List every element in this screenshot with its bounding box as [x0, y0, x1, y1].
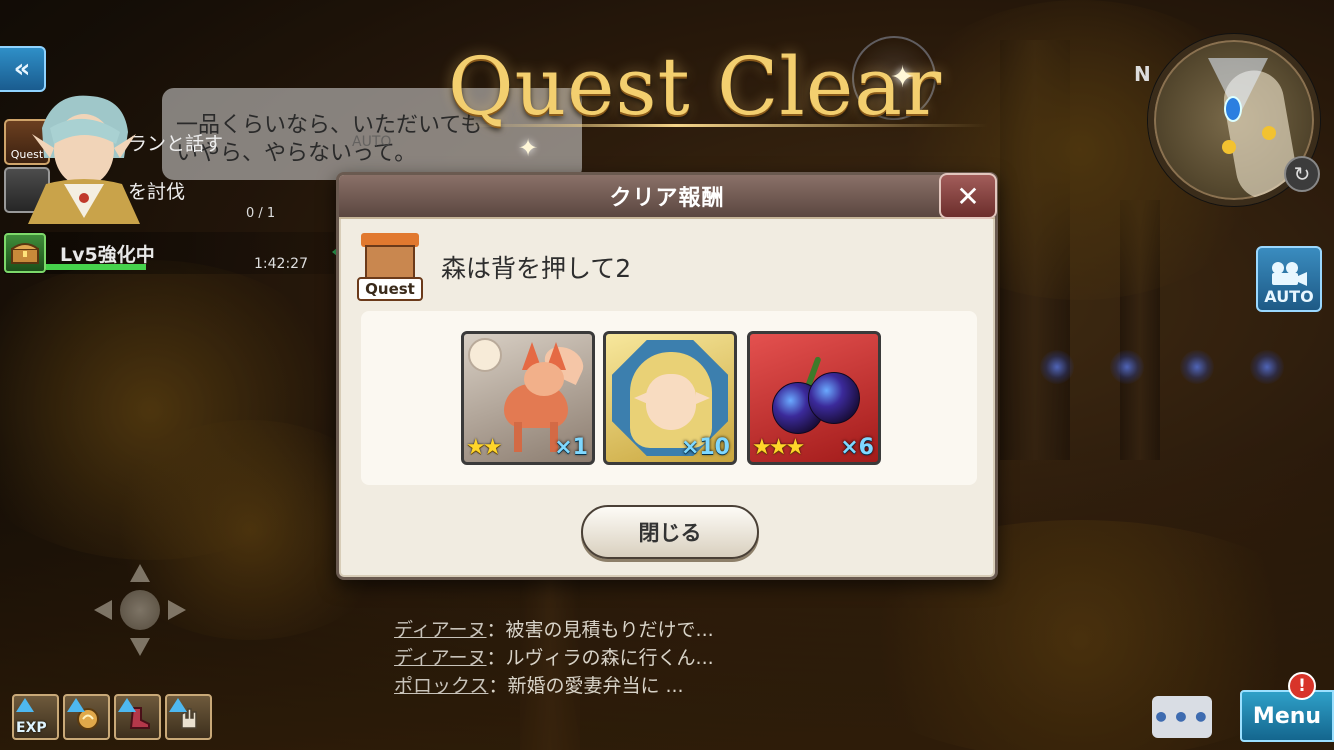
auto-camera-button[interactable]: AUTO — [1256, 246, 1322, 312]
rotate-icon: ↻ — [1293, 162, 1311, 186]
reward-rarity-stars: ★★ — [466, 435, 502, 460]
chat-line: ポロックス：新婚の愛妻弁当に ... — [394, 672, 714, 700]
chat-line: ディアーヌ：被害の見積もりだけで... — [394, 616, 714, 644]
reward-dialog: クリア報酬 ✕ Quest 森は背を押して2 ★★ ×1 ×10 ★★★ ×6 … — [336, 172, 998, 580]
chat-bubble-icon: ••• — [1152, 700, 1212, 734]
reward-item-elf-portrait[interactable]: ×10 — [603, 331, 737, 465]
map-point-icon — [1222, 140, 1236, 154]
quest-name: 森は背を押して2 — [441, 254, 632, 283]
double-chevron-left-icon: « — [13, 54, 31, 84]
character-portrait — [28, 95, 140, 224]
title-underline — [468, 124, 988, 127]
sparkle-icon: ✦ — [518, 134, 539, 162]
reward-item-star-plum[interactable]: ★★★ ×6 — [747, 331, 881, 465]
enhance-progress-bar — [46, 264, 146, 270]
close-dialog-label: 閉じる — [638, 521, 702, 545]
reward-list: ★★ ×1 ×10 ★★★ ×6 — [361, 311, 977, 485]
exp-label: EXP — [16, 720, 47, 736]
quest-progress-count: 0 / 1 — [246, 206, 276, 221]
map-point-icon — [1262, 126, 1276, 140]
equipment-upgrade-button[interactable] — [114, 694, 161, 740]
quest-clear-title: Quest Clear — [448, 40, 943, 133]
gear-upgrade-button[interactable] — [165, 694, 212, 740]
sparkle-icon: ✦ — [890, 60, 916, 95]
back-button[interactable]: « — [0, 46, 46, 92]
reward-item-winged-fox[interactable]: ★★ ×1 — [461, 331, 595, 465]
quest-board-icon: Quest — [357, 233, 423, 303]
chat-text: ：被害の見積もりだけで... — [486, 619, 714, 641]
upgrade-arrow-icon — [169, 698, 187, 712]
chat-button[interactable]: ••• — [1152, 696, 1212, 738]
dpad-center — [120, 590, 160, 630]
quest-badge-label: Quest — [365, 280, 415, 298]
auto-camera-label: AUTO — [1264, 287, 1314, 306]
dialog-header: クリア報酬 — [339, 175, 995, 219]
enhance-level-label: Lv5強化中 — [60, 243, 155, 266]
treasure-chest-icon — [4, 233, 46, 273]
character-mini-portrait-icon — [468, 338, 502, 372]
reward-quantity: ×10 — [680, 435, 730, 460]
chat-text: ：ルヴィラの森に行くん... — [486, 647, 714, 669]
compass-north-label: N — [1134, 62, 1151, 86]
skill-upgrade-button[interactable] — [63, 694, 110, 740]
notification-alert-icon: ! — [1288, 672, 1316, 700]
chat-speaker-link[interactable]: ディアーヌ — [394, 619, 487, 641]
upgrade-arrow-icon — [16, 698, 34, 712]
reward-rarity-stars: ★★★ — [752, 435, 805, 460]
virtual-dpad[interactable] — [94, 564, 186, 656]
chat-speaker-link[interactable]: ポロックス — [394, 675, 488, 697]
enhance-timer: 1:42:27 — [254, 256, 308, 272]
exp-upgrade-button[interactable]: EXP — [12, 694, 59, 740]
upgrade-shortcut-bar: EXP — [12, 694, 212, 740]
reward-quantity: ×6 — [840, 435, 874, 460]
dialog-title: クリア報酬 — [609, 186, 725, 211]
chat-speaker-link[interactable]: ディアーヌ — [394, 647, 487, 669]
close-icon: ✕ — [956, 179, 980, 213]
chat-line: ディアーヌ：ルヴィラの森に行くん... — [394, 644, 714, 672]
menu-label: Menu — [1252, 703, 1322, 729]
upgrade-arrow-icon — [118, 698, 136, 712]
enhance-status-bar[interactable]: Lv5強化中 1:42:27 — [4, 232, 342, 274]
auto-tag: AUTO — [352, 134, 392, 150]
alert-mark: ! — [1298, 676, 1306, 696]
reward-quantity: ×1 — [554, 435, 588, 460]
video-camera-icon — [1272, 262, 1307, 286]
chat-log: ディアーヌ：被害の見積もりだけで... ディアーヌ：ルヴィラの森に行くん... … — [394, 616, 714, 700]
close-dialog-button[interactable]: 閉じる — [581, 505, 759, 559]
close-button[interactable]: ✕ — [939, 173, 997, 219]
player-marker-icon — [1224, 96, 1242, 122]
chat-text: ：新婚の愛妻弁当に ... — [488, 675, 684, 697]
minimap-rotate-button[interactable]: ↻ — [1284, 156, 1320, 192]
menu-button[interactable]: Menu — [1240, 690, 1334, 742]
upgrade-arrow-icon — [67, 698, 85, 712]
